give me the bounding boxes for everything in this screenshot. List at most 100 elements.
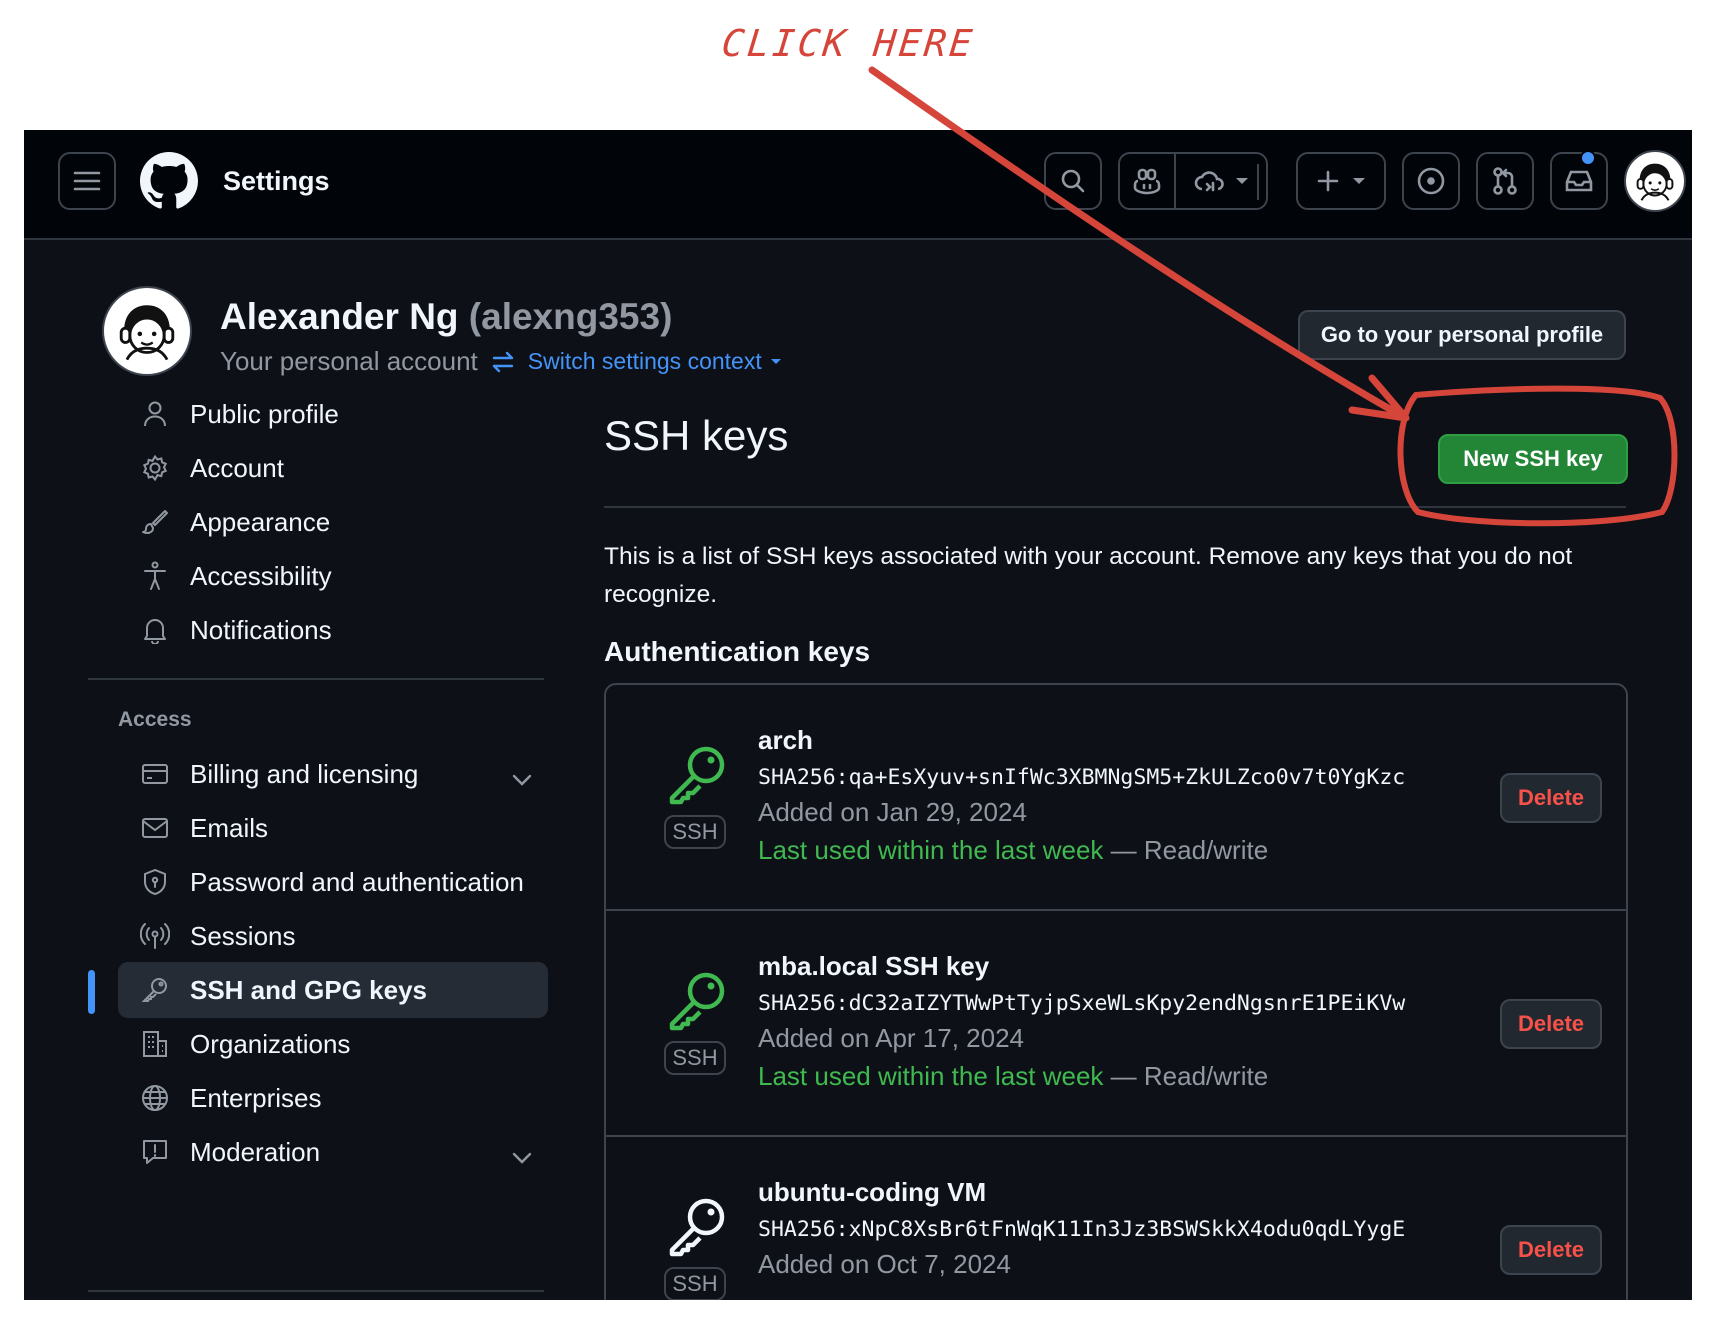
sidebar-item-account[interactable]: Account (118, 440, 548, 496)
copilot-button[interactable] (1120, 154, 1176, 208)
sidebar-section-heading: Access (118, 708, 192, 731)
paintbrush-icon (138, 505, 172, 539)
sidebar-item-moderation[interactable]: Moderation (118, 1124, 548, 1180)
open-global-navigation-button[interactable] (58, 152, 116, 210)
copilot-cloud-agent-button[interactable] (1176, 154, 1266, 208)
pull-requests-icon (1493, 167, 1517, 195)
key-access-level: — Read/write (1110, 835, 1269, 865)
pull-requests-button[interactable] (1476, 152, 1534, 210)
issues-icon (1417, 167, 1445, 195)
sidebar-item-appearance[interactable]: Appearance (118, 494, 548, 550)
person-icon (138, 397, 172, 431)
mail-icon (138, 811, 172, 845)
key-added-date: Added on Jan 29, 2024 (758, 797, 1027, 827)
sidebar-item-organizations[interactable]: Organizations (118, 1016, 548, 1072)
key-name: ubuntu-coding VM (758, 1177, 987, 1207)
sidebar-item-public-profile[interactable]: Public profile (118, 386, 548, 442)
ssh-keys-list: SSH arch SHA256:qa+EsXyuv+snIfWc3XBMNgSM… (604, 683, 1628, 1300)
chevron-down-icon (1236, 178, 1248, 184)
sidebar-item-label: Sessions (190, 920, 296, 951)
ssh-badge: SSH (664, 1041, 726, 1075)
delete-key-button[interactable]: Delete (1500, 1225, 1602, 1275)
list-item: SSH ubuntu-coding VM SHA256:xNpC8XsBr6tF… (606, 1137, 1626, 1300)
github-logo-icon[interactable] (140, 152, 198, 210)
gear-icon (138, 451, 172, 485)
sidebar-item-label: Appearance (190, 506, 331, 537)
chevron-down-icon (770, 358, 781, 364)
sidebar-item-label: Accessibility (190, 560, 332, 591)
accessibility-icon (138, 559, 172, 593)
organization-icon (138, 1027, 172, 1061)
avatar-illustration-icon (1626, 152, 1684, 210)
delete-key-button[interactable]: Delete (1500, 999, 1602, 1049)
sidebar-item-label: SSH and GPG keys (190, 974, 427, 1005)
broadcast-icon (138, 919, 172, 953)
key-icon (138, 973, 172, 1007)
key-added-date: Added on Oct 7, 2024 (758, 1249, 1011, 1279)
copilot-icon (1133, 168, 1161, 195)
profile-avatar (102, 286, 192, 376)
sidebar-item-label: Notifications (190, 614, 332, 645)
key-usage: Last used within the last week — Read/wr… (758, 835, 1268, 866)
go-to-profile-button[interactable]: Go to your personal profile (1298, 310, 1626, 360)
plus-icon (1317, 170, 1339, 192)
user-display-name: Alexander Ng (alexng353) (220, 296, 672, 338)
user-full-name: Alexander Ng (220, 296, 459, 337)
user-avatar-menu[interactable] (1624, 150, 1686, 212)
sidebar-item-billing[interactable]: Billing and licensing (118, 746, 548, 802)
avatar-illustration-icon (105, 289, 189, 373)
annotation-label: CLICK HERE (719, 22, 978, 65)
title-divider (604, 506, 1626, 508)
issues-button[interactable] (1402, 152, 1460, 210)
hamburger-icon (73, 171, 101, 191)
new-ssh-key-button[interactable]: New SSH key (1438, 434, 1628, 484)
report-icon (138, 1135, 172, 1169)
sidebar-divider (88, 1290, 544, 1292)
sidebar-item-accessibility[interactable]: Accessibility (118, 548, 548, 604)
copilot-cloud-icon (1194, 171, 1224, 192)
key-icon (669, 972, 725, 1031)
list-item: SSH mba.local SSH key SHA256:dC32aIZYTWw… (606, 911, 1626, 1137)
sidebar-item-label: Organizations (190, 1028, 351, 1059)
credit-card-icon (138, 757, 172, 791)
sidebar-item-label: Enterprises (190, 1082, 322, 1113)
notification-indicator (1580, 150, 1596, 166)
key-fingerprint: SHA256:qa+EsXyuv+snIfWc3XBMNgSM5+ZkULZco… (758, 765, 1406, 790)
section-heading: Authentication keys (604, 636, 871, 667)
ssh-badge: SSH (664, 815, 726, 849)
delete-key-button[interactable]: Delete (1500, 773, 1602, 823)
chevron-down-icon (1353, 178, 1365, 184)
key-usage: Last used within the last week — Read/wr… (758, 1061, 1268, 1092)
toolbar-divider (1257, 164, 1259, 200)
page-context-title[interactable]: Settings (223, 166, 330, 197)
sidebar-divider (88, 678, 544, 680)
copilot-button-group (1118, 152, 1268, 210)
inbox-button[interactable] (1550, 152, 1608, 210)
sidebar-item-label: Account (190, 452, 284, 483)
sidebar-item-notifications[interactable]: Notifications (118, 602, 548, 658)
search-button[interactable] (1044, 152, 1102, 210)
key-access-level: — Read/write (1110, 1061, 1269, 1091)
sidebar-item-label: Public profile (190, 398, 339, 429)
sidebar-item-label: Billing and licensing (190, 758, 419, 789)
create-new-button[interactable] (1296, 152, 1386, 210)
user-handle: (alexng353) (468, 296, 673, 337)
sidebar-item-password-authentication[interactable]: Password and authentication (118, 854, 548, 910)
active-indicator (88, 970, 95, 1014)
page-title: SSH keys (604, 412, 789, 459)
sidebar-item-ssh-gpg-keys[interactable]: SSH and GPG keys (118, 962, 548, 1018)
key-fingerprint: SHA256:xNpC8XsBr6tFnWqK11In3Jz3BSWSkkX4o… (758, 1217, 1406, 1242)
chevron-down-icon (512, 1140, 532, 1171)
bell-icon (138, 613, 172, 647)
chevron-down-icon (512, 762, 532, 793)
sidebar-item-enterprises[interactable]: Enterprises (118, 1070, 548, 1126)
github-window: Settings Alexander Ng (alexng353) Your p… (24, 130, 1692, 1300)
sidebar-item-label: Moderation (190, 1136, 321, 1167)
list-item: SSH arch SHA256:qa+EsXyuv+snIfWc3XBMNgSM… (606, 685, 1626, 911)
sidebar-item-label: Password and authentication (190, 866, 524, 897)
sidebar-item-emails[interactable]: Emails (118, 800, 548, 856)
page-description: This is a list of SSH keys associated wi… (604, 543, 1573, 608)
sidebar-item-sessions[interactable]: Sessions (118, 908, 548, 964)
key-icon (669, 746, 725, 805)
switch-settings-context-link[interactable]: Switch settings context (528, 348, 782, 375)
